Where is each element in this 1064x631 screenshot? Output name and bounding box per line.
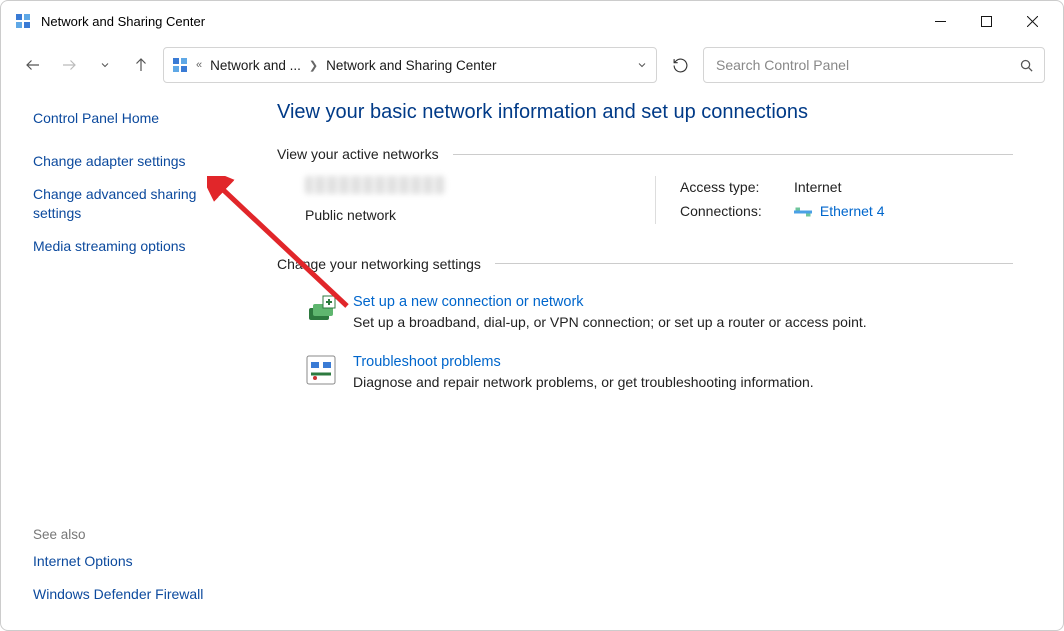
forward-button[interactable] [55, 51, 83, 79]
breadcrumb-icon [172, 57, 188, 73]
change-settings-label: Change your networking settings [277, 256, 481, 272]
change-advanced-sharing-link[interactable]: Change advanced sharing settings [33, 185, 237, 223]
troubleshoot-item[interactable]: Troubleshoot problems Diagnose and repai… [277, 346, 1013, 406]
breadcrumb-part1[interactable]: Network and ... [210, 58, 301, 73]
see-also-section: See also Internet Options Windows Defend… [33, 527, 237, 618]
setup-connection-item[interactable]: Set up a new connection or network Set u… [277, 286, 1013, 346]
recent-locations-button[interactable] [91, 51, 119, 79]
access-type-value: Internet [794, 176, 841, 200]
page-title: View your basic network information and … [277, 101, 1013, 124]
address-bar[interactable]: « Network and ... ❯ Network and Sharing … [163, 47, 657, 83]
windows-defender-firewall-link[interactable]: Windows Defender Firewall [33, 585, 237, 604]
active-networks-header: View your active networks [277, 146, 1013, 162]
up-button[interactable] [127, 51, 155, 79]
search-icon[interactable] [1019, 58, 1034, 73]
network-name-redacted [305, 176, 445, 194]
refresh-button[interactable] [665, 50, 695, 80]
troubleshoot-desc: Diagnose and repair network problems, or… [353, 374, 814, 390]
divider [495, 263, 1013, 264]
body: Control Panel Home Change adapter settin… [1, 89, 1063, 630]
control-panel-home-link[interactable]: Control Panel Home [33, 109, 237, 128]
network-details: Access type: Internet Connections: Ether… [655, 176, 1013, 224]
back-button[interactable] [19, 51, 47, 79]
toolbar: « Network and ... ❯ Network and Sharing … [1, 41, 1063, 89]
see-also-label: See also [33, 527, 237, 542]
maximize-button[interactable] [963, 3, 1009, 39]
network-summary: Public network [305, 176, 635, 224]
access-type-label: Access type: [680, 176, 780, 200]
window-frame: Network and Sharing Center « Network and… [0, 0, 1064, 631]
breadcrumb-part2[interactable]: Network and Sharing Center [326, 58, 496, 73]
address-dropdown-button[interactable] [636, 59, 648, 71]
setup-connection-icon [305, 294, 337, 326]
active-network-row: Public network Access type: Internet Con… [277, 176, 1013, 224]
troubleshoot-title[interactable]: Troubleshoot problems [353, 354, 814, 370]
change-settings-header: Change your networking settings [277, 256, 1013, 272]
main-content: View your basic network information and … [253, 89, 1063, 630]
ethernet-icon [794, 206, 812, 218]
connections-label: Connections: [680, 200, 780, 224]
active-networks-label: View your active networks [277, 146, 439, 162]
network-sharing-icon [15, 13, 31, 29]
chevron-right-icon: ❯ [307, 59, 320, 72]
breadcrumb-prefix: « [194, 59, 204, 71]
troubleshoot-icon [305, 354, 337, 386]
media-streaming-options-link[interactable]: Media streaming options [33, 237, 237, 256]
internet-options-link[interactable]: Internet Options [33, 552, 237, 571]
sidebar: Control Panel Home Change adapter settin… [1, 89, 253, 630]
setup-connection-desc: Set up a broadband, dial-up, or VPN conn… [353, 314, 867, 330]
search-input[interactable] [714, 56, 1013, 74]
minimize-button[interactable] [917, 3, 963, 39]
network-type: Public network [305, 207, 635, 223]
search-box[interactable] [703, 47, 1045, 83]
setup-connection-title[interactable]: Set up a new connection or network [353, 294, 867, 310]
divider [453, 154, 1013, 155]
close-button[interactable] [1009, 3, 1055, 39]
titlebar: Network and Sharing Center [1, 1, 1063, 41]
connection-link[interactable]: Ethernet 4 [820, 203, 885, 219]
window-title: Network and Sharing Center [41, 14, 205, 29]
change-adapter-settings-link[interactable]: Change adapter settings [33, 152, 237, 171]
